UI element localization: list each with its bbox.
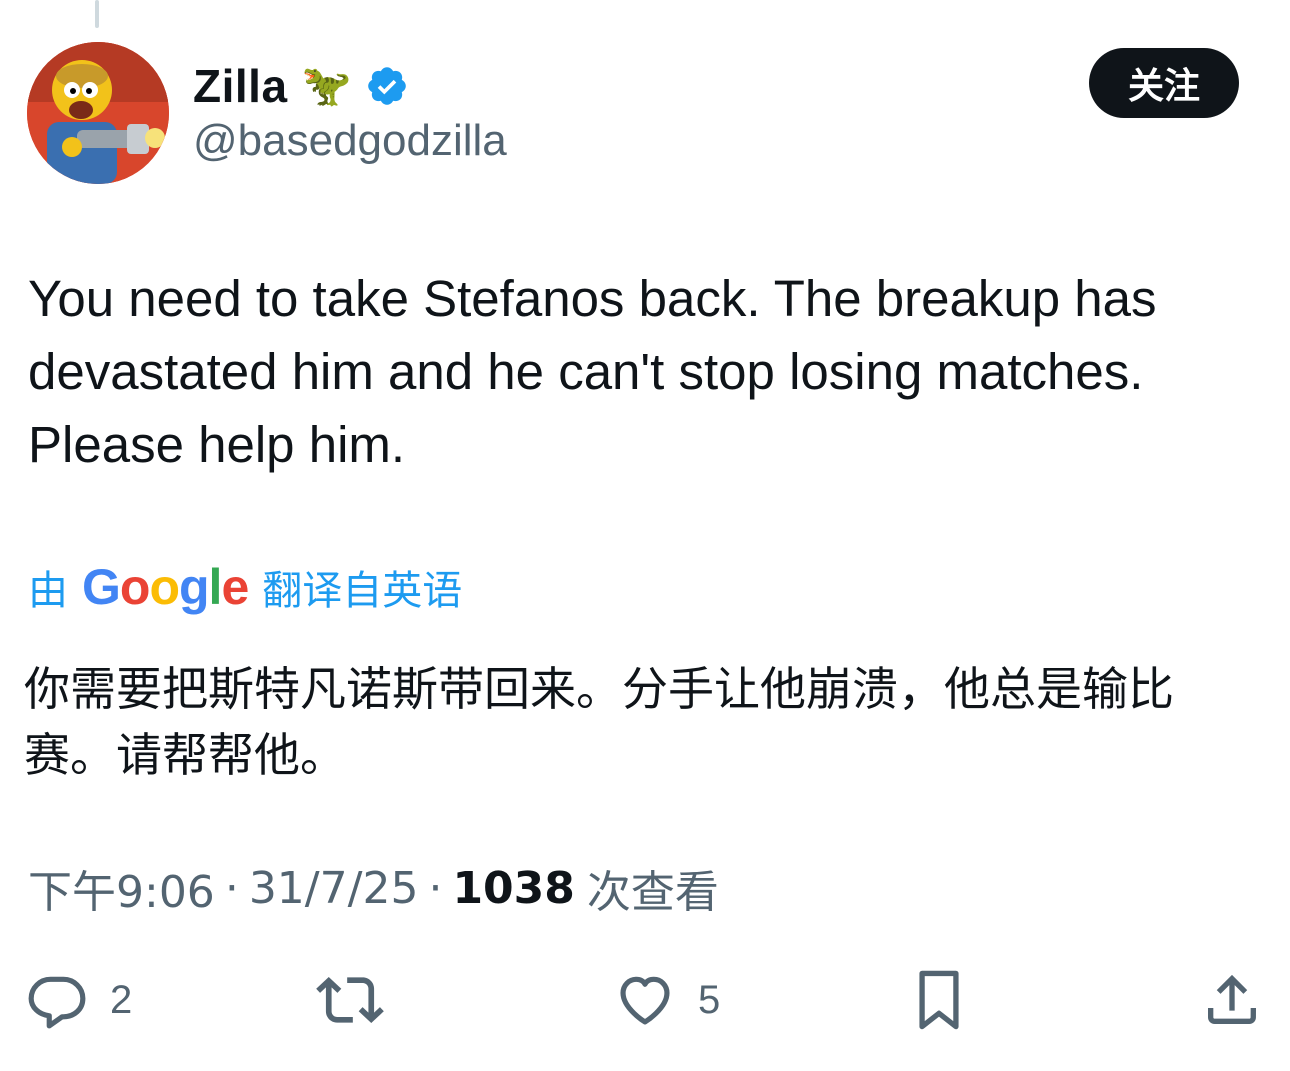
google-logo: Google [82, 559, 249, 615]
heart-icon [620, 976, 670, 1025]
tweet-line: You need to take Stefanos back. The brea… [28, 270, 1157, 327]
translated-body: 你需要把斯特凡诺斯带回来。分手让他崩溃，他总是输比 赛。请帮帮他。 [24, 656, 1244, 788]
author-name-row: Zilla 🦖 [193, 56, 409, 116]
share-button[interactable] [1200, 962, 1264, 1038]
tweet-actions: 2 5 [0, 962, 1290, 1038]
translation-attribution[interactable]: 由 Google 翻译自英语 [28, 552, 462, 622]
follow-button[interactable]: 关注 [1089, 48, 1239, 118]
reply-button[interactable]: 2 [26, 962, 132, 1038]
tweet-date[interactable]: 31/7/25 [249, 863, 419, 914]
display-name[interactable]: Zilla [193, 59, 288, 113]
reply-icon [28, 976, 86, 1029]
dinosaur-emoji-icon: 🦖 [301, 64, 352, 108]
tweet-time[interactable]: 下午9:06 [28, 856, 215, 920]
bookmark-button[interactable] [910, 962, 968, 1038]
like-count: 5 [698, 977, 721, 1022]
tweet-line: devastated him and he can't stop losing … [28, 343, 1144, 400]
retweet-icon [316, 976, 384, 1024]
views-count: 1038 [452, 862, 575, 914]
translation-prefix: 由 [28, 568, 68, 614]
meta-separator: · [428, 862, 443, 914]
avatar-image [27, 42, 169, 184]
verified-badge-icon [365, 64, 409, 108]
thread-connector-line [95, 0, 99, 28]
translated-line: 赛。请帮帮他。 [24, 728, 346, 782]
views-label: 次查看 [586, 867, 719, 918]
author-handle[interactable]: @basedgodzilla [193, 116, 507, 166]
tweet-line: Please help him. [28, 416, 406, 473]
translation-suffix: 翻译自英语 [262, 568, 463, 614]
retweet-button[interactable] [316, 962, 384, 1038]
translated-line: 你需要把斯特凡诺斯带回来。分手让他崩溃，他总是输比 [24, 662, 1174, 716]
bookmark-icon [919, 970, 959, 1030]
tweet-body: You need to take Stefanos back. The brea… [28, 262, 1268, 481]
share-icon [1208, 974, 1256, 1024]
meta-separator: · [224, 862, 239, 914]
like-button[interactable]: 5 [614, 962, 720, 1038]
avatar[interactable] [27, 42, 169, 184]
reply-count: 2 [110, 977, 133, 1022]
tweet-meta: 下午9:06 · 31/7/25 · 1038 次查看 [28, 856, 719, 920]
